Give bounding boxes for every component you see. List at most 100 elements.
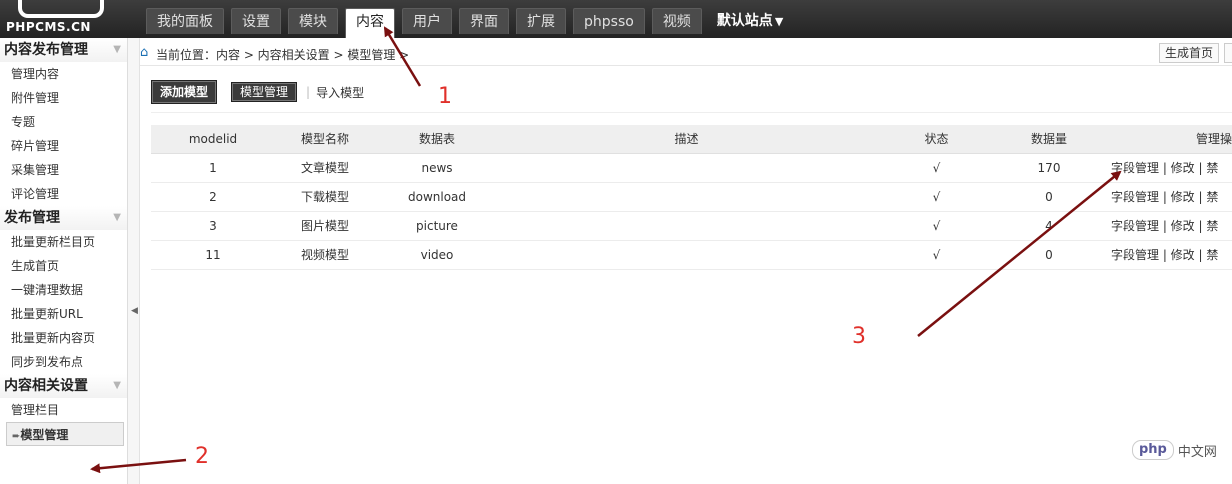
home-icon[interactable]: ⌂ bbox=[140, 45, 148, 60]
nav-tab-settings[interactable]: 设置 bbox=[231, 8, 281, 34]
cell-name: 文章模型 bbox=[275, 153, 375, 183]
table-row: 3 图片模型 picture √ 4 字段管理 | 修改 | 禁 bbox=[151, 211, 1232, 241]
cell-name: 图片模型 bbox=[275, 211, 375, 241]
site-switcher[interactable]: 默认站点 ▼ bbox=[717, 8, 783, 38]
nav-tab-video[interactable]: 视频 bbox=[651, 8, 702, 34]
model-manage-tab[interactable]: 模型管理 bbox=[231, 82, 298, 102]
sidebar-item-blocks[interactable]: 碎片管理 bbox=[0, 134, 127, 158]
cell-desc bbox=[499, 240, 874, 270]
sidebar-section-publish[interactable]: 内容发布管理 ▼ bbox=[0, 38, 127, 62]
sidebar-item-categories[interactable]: 管理栏目 bbox=[0, 398, 127, 422]
sidebar-item-sync[interactable]: 同步到发布点 bbox=[0, 350, 127, 374]
cell-id: 2 bbox=[151, 182, 275, 212]
logo[interactable]: PHPCMS.CN bbox=[0, 0, 130, 38]
col-header-status: 状态 bbox=[874, 125, 999, 154]
cell-table: picture bbox=[375, 211, 499, 241]
annotation-label-3: 3 bbox=[852, 324, 866, 349]
cell-table: news bbox=[375, 153, 499, 183]
table-header-row: modelid 模型名称 数据表 描述 状态 数据量 管理操 bbox=[151, 125, 1232, 154]
row-actions[interactable]: 字段管理 | 修改 | 禁 bbox=[1099, 153, 1232, 183]
watermark-badge: php bbox=[1132, 440, 1174, 460]
sidebar-section-release[interactable]: 发布管理 ▼ bbox=[0, 206, 127, 230]
sidebar-item-label: 模型管理 bbox=[20, 428, 69, 442]
logo-text: PHPCMS.CN bbox=[6, 20, 91, 34]
nav-tab-interface[interactable]: 界面 bbox=[459, 8, 509, 34]
table-row: 11 视频模型 video √ 0 字段管理 | 修改 | 禁 bbox=[151, 240, 1232, 270]
col-header-desc: 描述 bbox=[499, 125, 874, 154]
divider bbox=[151, 112, 1232, 113]
separator: | bbox=[306, 85, 311, 99]
col-header-table: 数据表 bbox=[375, 125, 499, 154]
sidebar: 内容发布管理 ▼ 管理内容 附件管理 专题 碎片管理 采集管理 评论管理 发布管… bbox=[0, 38, 128, 484]
status-check-icon: √ bbox=[874, 182, 999, 212]
chevron-down-icon: ▼ bbox=[113, 380, 121, 391]
sidebar-section-title: 发布管理 bbox=[4, 210, 60, 226]
chevron-down-icon: ▼ bbox=[113, 212, 121, 223]
sidebar-section-title: 内容相关设置 bbox=[4, 378, 88, 394]
sidebar-section-content-settings[interactable]: 内容相关设置 ▼ bbox=[0, 374, 127, 398]
sidebar-item-update-category[interactable]: 批量更新栏目页 bbox=[0, 230, 127, 254]
nav-tab-extensions[interactable]: 扩展 bbox=[516, 8, 566, 34]
nav-tab-modules[interactable]: 模块 bbox=[288, 8, 338, 34]
cell-desc bbox=[499, 153, 874, 183]
cell-desc bbox=[499, 182, 874, 212]
row-actions[interactable]: 字段管理 | 修改 | 禁 bbox=[1099, 240, 1232, 270]
main-nav: 我的面板 设置 模块 内容 用户 界面 扩展 phpsso 视频 默认站点 ▼ bbox=[146, 8, 783, 38]
nav-tab-panel[interactable]: 我的面板 bbox=[146, 8, 224, 34]
toolbar-button-partial[interactable] bbox=[1224, 43, 1232, 63]
row-actions[interactable]: 字段管理 | 修改 | 禁 bbox=[1099, 211, 1232, 241]
sidebar-item-generate-home[interactable]: 生成首页 bbox=[0, 254, 127, 278]
cell-count: 170 bbox=[999, 153, 1099, 183]
cell-id: 11 bbox=[151, 240, 275, 270]
status-check-icon: √ bbox=[874, 240, 999, 270]
import-model-link[interactable]: 导入模型 bbox=[316, 84, 364, 101]
add-model-button[interactable]: 添加模型 bbox=[151, 80, 218, 104]
subtabs: 添加模型 模型管理 | 导入模型 bbox=[151, 80, 364, 104]
status-check-icon: √ bbox=[874, 211, 999, 241]
nav-tab-content[interactable]: 内容 bbox=[345, 8, 395, 38]
sidebar-item-comments[interactable]: 评论管理 bbox=[0, 182, 127, 206]
cell-count: 4 bbox=[999, 211, 1099, 241]
logo-mark bbox=[18, 0, 104, 18]
col-header-count: 数据量 bbox=[999, 125, 1099, 154]
cell-name: 视频模型 bbox=[275, 240, 375, 270]
sidebar-section-title: 内容发布管理 bbox=[4, 42, 88, 58]
sidebar-item-attachments[interactable]: 附件管理 bbox=[0, 86, 127, 110]
chevron-down-icon: ▼ bbox=[113, 44, 121, 55]
table-row: 2 下载模型 download √ 0 字段管理 | 修改 | 禁 bbox=[151, 182, 1232, 212]
sidebar-item-model-manage[interactable]: ➨模型管理 bbox=[6, 422, 124, 446]
sidebar-collapse-bar[interactable]: ◀ bbox=[128, 38, 140, 484]
sidebar-item-update-url[interactable]: 批量更新URL bbox=[0, 302, 127, 326]
collapse-left-icon: ◀ bbox=[131, 306, 138, 316]
cell-table: video bbox=[375, 240, 499, 270]
col-header-ops: 管理操 bbox=[1099, 125, 1232, 154]
row-actions[interactable]: 字段管理 | 修改 | 禁 bbox=[1099, 182, 1232, 212]
cell-id: 3 bbox=[151, 211, 275, 241]
sidebar-item-manage-content[interactable]: 管理内容 bbox=[0, 62, 127, 86]
cell-desc bbox=[499, 211, 874, 241]
cell-name: 下载模型 bbox=[275, 182, 375, 212]
nav-tab-phpsso[interactable]: phpsso bbox=[573, 8, 645, 34]
sidebar-item-clean-data[interactable]: 一键清理数据 bbox=[0, 278, 127, 302]
col-header-name: 模型名称 bbox=[275, 125, 375, 154]
annotation-label-1: 1 bbox=[438, 84, 452, 109]
col-header-modelid: modelid bbox=[151, 125, 275, 154]
generate-home-button[interactable]: 生成首页 bbox=[1159, 43, 1220, 63]
site-switcher-label: 默认站点 bbox=[716, 13, 773, 29]
sidebar-item-update-pages[interactable]: 批量更新内容页 bbox=[0, 326, 127, 350]
nav-tab-users[interactable]: 用户 bbox=[402, 8, 452, 34]
top-bar: PHPCMS.CN 我的面板 设置 模块 内容 用户 界面 扩展 phpsso … bbox=[0, 0, 1232, 38]
annotation-label-2: 2 bbox=[195, 444, 209, 469]
breadcrumb: ⌂ 当前位置：内容 > 内容相关设置 > 模型管理 > bbox=[140, 42, 1232, 66]
status-check-icon: √ bbox=[874, 153, 999, 183]
cell-count: 0 bbox=[999, 240, 1099, 270]
model-table: modelid 模型名称 数据表 描述 状态 数据量 管理操 1 文章模型 ne… bbox=[151, 125, 1232, 270]
breadcrumb-text: 当前位置：内容 > 内容相关设置 > 模型管理 > bbox=[156, 48, 410, 62]
table-row: 1 文章模型 news √ 170 字段管理 | 修改 | 禁 bbox=[151, 153, 1232, 183]
sidebar-item-collect[interactable]: 采集管理 bbox=[0, 158, 127, 182]
watermark: php 中文网 bbox=[1132, 440, 1217, 460]
sidebar-item-topics[interactable]: 专题 bbox=[0, 110, 127, 134]
cell-id: 1 bbox=[151, 153, 275, 183]
cell-count: 0 bbox=[999, 182, 1099, 212]
caret-down-icon: ▼ bbox=[774, 15, 784, 28]
